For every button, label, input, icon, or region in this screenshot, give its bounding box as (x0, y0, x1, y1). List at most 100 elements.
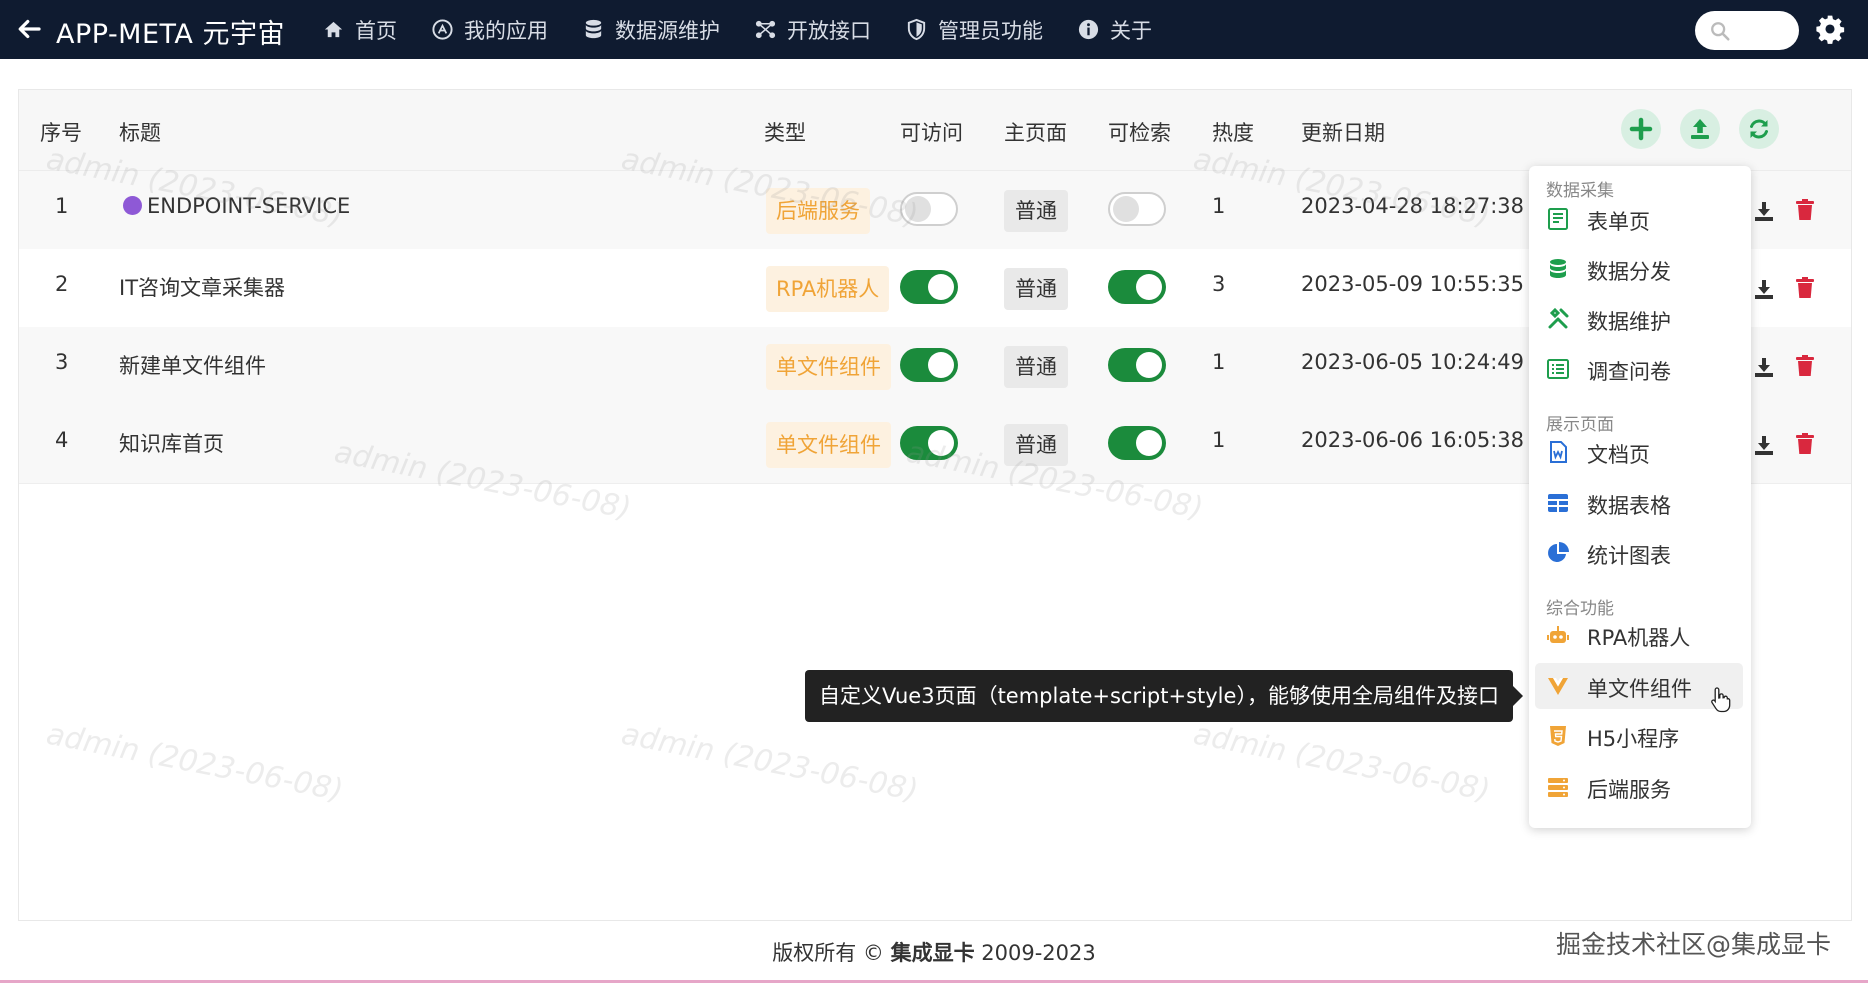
footer-prefix: 版权所有 © (772, 941, 891, 965)
watermark: admin (2023-06-08) (1190, 716, 1493, 809)
robot-icon (1547, 626, 1569, 643)
download-icon[interactable] (1752, 354, 1776, 380)
nav-item-label: 开放接口 (787, 18, 871, 43)
menu-item-label: RPA机器人 (1587, 626, 1691, 650)
menu-item-label: 后端服务 (1587, 778, 1671, 802)
upload-button[interactable] (1680, 109, 1720, 149)
word-doc-icon (1550, 441, 1567, 463)
delete-icon[interactable] (1793, 197, 1817, 223)
homepage-button[interactable]: 普通 (1004, 346, 1068, 388)
searchable-toggle[interactable] (1108, 192, 1166, 226)
add-button[interactable] (1621, 109, 1661, 149)
search-input[interactable] (1695, 11, 1799, 50)
row-index: 2 (55, 272, 69, 296)
menu-item-label: H5小程序 (1587, 727, 1680, 751)
home-icon (324, 21, 343, 38)
menu-item-stat-chart[interactable]: 统计图表 (1535, 530, 1743, 576)
homepage-button[interactable]: 普通 (1004, 424, 1068, 466)
searchable-toggle[interactable] (1108, 348, 1166, 382)
menu-item-label: 单文件组件 (1587, 677, 1692, 701)
menu-item-h5-miniprogram[interactable]: H5小程序 (1535, 713, 1743, 759)
refresh-button[interactable] (1739, 109, 1779, 149)
nav-item-label: 我的应用 (464, 18, 548, 43)
table-icon (1548, 494, 1568, 512)
row-title[interactable]: ENDPOINT-SERVICE (123, 194, 350, 218)
download-icon[interactable] (1752, 198, 1776, 224)
updated-date: 2023-06-05 10:24:49 (1301, 350, 1525, 374)
homepage-button[interactable]: 普通 (1004, 190, 1068, 232)
shield-icon (907, 18, 926, 41)
nav-item-label: 首页 (355, 18, 397, 43)
app-store-icon (432, 19, 453, 40)
delete-icon[interactable] (1793, 353, 1817, 379)
delete-icon[interactable] (1793, 431, 1817, 457)
menu-item-data-maintenance[interactable]: 数据维护 (1535, 296, 1743, 342)
accessible-toggle[interactable] (900, 426, 958, 460)
column-header-type: 类型 (764, 121, 806, 145)
row-index: 4 (55, 428, 69, 452)
nav-item-label: 数据源维护 (615, 18, 720, 43)
nav-item-home[interactable]: 首页 (322, 15, 397, 45)
footer-brand: 集成显卡 (890, 941, 975, 965)
watermark: admin (2023-06-08) (618, 716, 921, 809)
heat-value: 1 (1212, 428, 1226, 452)
top-navbar: APP-META 元宇宙 首页 我的应用 数据源维护 开放接口 管理员功能 关于 (0, 0, 1868, 59)
upload-icon (1691, 119, 1709, 139)
tools-icon (1548, 307, 1569, 329)
delete-icon[interactable] (1793, 275, 1817, 301)
updated-date: 2023-06-06 16:05:38 (1301, 428, 1525, 452)
purple-dot-icon (123, 196, 142, 215)
nav-item-label: 关于 (1110, 18, 1152, 43)
pie-chart-icon (1548, 542, 1569, 562)
nav-item-my-apps[interactable]: 我的应用 (431, 15, 548, 45)
row-title[interactable]: 新建单文件组件 (119, 350, 266, 380)
row-index: 3 (55, 350, 69, 374)
searchable-toggle[interactable] (1108, 426, 1166, 460)
download-icon[interactable] (1752, 432, 1776, 458)
menu-item-label: 数据分发 (1587, 260, 1671, 284)
updated-date: 2023-04-28 18:27:38 (1301, 194, 1525, 218)
type-tag: 后端服务 (766, 188, 870, 234)
app-title[interactable]: APP-META 元宇宙 (56, 12, 285, 51)
nav-item-label: 管理员功能 (938, 18, 1043, 43)
nav-item-admin[interactable]: 管理员功能 (905, 15, 1043, 45)
heat-value: 3 (1212, 272, 1226, 296)
nav-item-open-api[interactable]: 开放接口 (754, 15, 871, 45)
menu-item-data-table[interactable]: 数据表格 (1535, 480, 1743, 526)
column-header-heat: 热度 (1212, 121, 1254, 145)
type-tag: RPA机器人 (766, 266, 890, 312)
back-arrow-icon[interactable] (14, 14, 44, 44)
column-header-accessible: 可访问 (900, 121, 963, 145)
form-icon (1548, 208, 1568, 230)
menu-item-survey[interactable]: 调查问卷 (1535, 346, 1743, 392)
database-icon (1550, 259, 1566, 278)
menu-item-label: 统计图表 (1587, 544, 1671, 568)
menu-item-rpa-robot[interactable]: RPA机器人 (1535, 612, 1743, 658)
heat-value: 1 (1212, 194, 1226, 218)
info-icon (1078, 19, 1099, 40)
download-icon[interactable] (1752, 276, 1776, 302)
gear-icon[interactable] (1814, 13, 1846, 45)
watermark: admin (2023-06-08) (43, 716, 346, 809)
accessible-toggle[interactable] (900, 348, 958, 382)
menu-item-form-page[interactable]: 表单页 (1535, 196, 1743, 242)
nav-item-datasource[interactable]: 数据源维护 (582, 15, 720, 45)
row-title[interactable]: 知识库首页 (119, 428, 224, 458)
database-icon (585, 19, 602, 39)
row-title[interactable]: IT咨询文章采集器 (119, 272, 285, 302)
menu-item-doc-page[interactable]: 文档页 (1535, 429, 1743, 475)
menu-item-label: 数据维护 (1587, 310, 1671, 334)
nav-item-about[interactable]: 关于 (1077, 15, 1152, 45)
type-tag: 单文件组件 (766, 344, 891, 390)
column-header-title: 标题 (119, 121, 161, 145)
searchable-toggle[interactable] (1108, 270, 1166, 304)
column-header-index: 序号 (40, 121, 82, 145)
menu-item-label: 调查问卷 (1587, 360, 1671, 384)
homepage-button[interactable]: 普通 (1004, 268, 1068, 310)
accessible-toggle[interactable] (900, 270, 958, 304)
accessible-toggle[interactable] (900, 192, 958, 226)
menu-item-backend-service[interactable]: 后端服务 (1535, 764, 1743, 810)
source-credit: 掘金技术社区@集成显卡 (1556, 930, 1832, 959)
menu-item-data-distribution[interactable]: 数据分发 (1535, 246, 1743, 292)
refresh-icon (1750, 119, 1768, 139)
